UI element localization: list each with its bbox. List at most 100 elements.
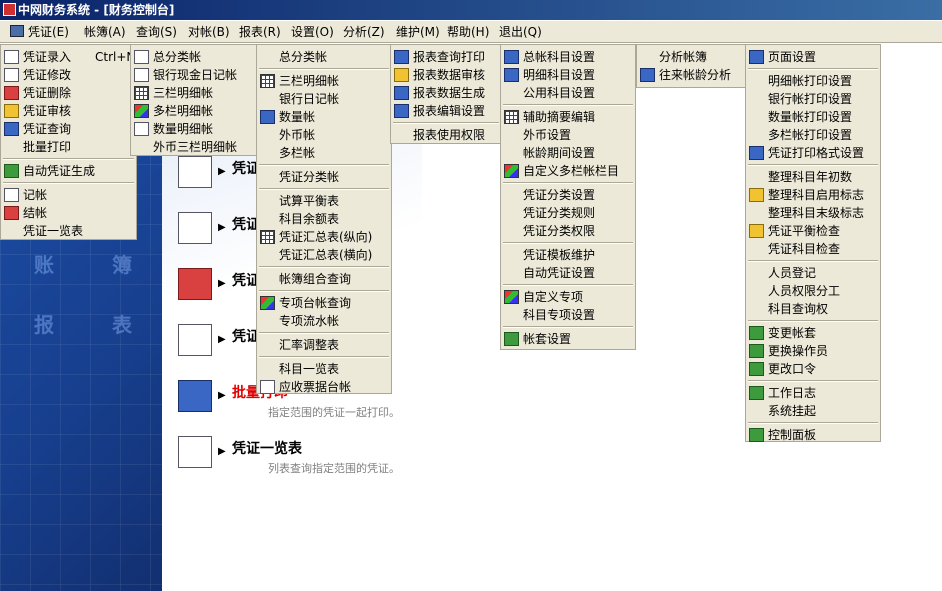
menu-item[interactable]: 更改口令 <box>746 360 880 378</box>
menu-item[interactable]: 凭证分类设置 <box>501 186 635 204</box>
menu-item[interactable]: 专项台帐查询 <box>257 294 391 312</box>
menu-item[interactable]: 三栏明细帐 <box>257 72 391 90</box>
menubar-item[interactable]: 分析(Z) <box>341 24 387 40</box>
chart-trend-icon[interactable] <box>178 268 212 300</box>
menu-item[interactable]: 试算平衡表 <box>257 192 391 210</box>
menu-item[interactable]: 帐套设置 <box>501 330 635 348</box>
menu-item[interactable]: 批量打印 <box>1 138 136 156</box>
menu-item[interactable]: 凭证模板维护 <box>501 246 635 264</box>
menu-item[interactable]: 工作日志 <box>746 384 880 402</box>
menu-item[interactable]: 页面设置 <box>746 48 880 66</box>
menubar-item[interactable]: 维护(M) <box>394 24 442 40</box>
menu-item[interactable]: 人员登记 <box>746 264 880 282</box>
menu-item-label: 凭证平衡检查 <box>768 224 841 238</box>
menu-item[interactable]: 报表编辑设置 <box>391 102 501 120</box>
menu-item[interactable]: 结帐 <box>1 204 136 222</box>
menu-item[interactable]: 凭证汇总表(横向) <box>257 246 391 264</box>
menu-item[interactable]: 凭证分类帐 <box>257 168 391 186</box>
row-title[interactable]: 凭证一览表 <box>232 438 302 458</box>
menu-item[interactable]: 记帐 <box>1 186 136 204</box>
menu-item[interactable]: 明细帐打印设置 <box>746 72 880 90</box>
menu-item[interactable]: 自动凭证设置 <box>501 264 635 282</box>
menu-item[interactable]: 多栏明细帐 <box>131 102 257 120</box>
menu-item[interactable]: 数量帐 <box>257 108 391 126</box>
menu-item[interactable]: 分析帐簿 <box>637 48 745 66</box>
menu-item[interactable]: 银行日记帐 <box>257 90 391 108</box>
menu-item[interactable]: 凭证审核 <box>1 102 136 120</box>
menubar-item[interactable]: 帐簿(A) <box>82 24 128 40</box>
menubar-item[interactable]: 设置(O) <box>289 24 336 40</box>
settings-menu: 总帐科目设置 明细科目设置 公用科目设置 辅助摘要编辑 外币设置 帐龄期间设置 自定义多栏帐… <box>500 44 636 350</box>
menu-item[interactable]: 报表查询打印 <box>391 48 501 66</box>
menu-item[interactable]: 凭证科目检查 <box>746 240 880 258</box>
recycle-bin-icon[interactable] <box>178 324 212 356</box>
menu-item[interactable]: 明细科目设置 <box>501 66 635 84</box>
menu-item[interactable]: 凭证删除 <box>1 84 136 102</box>
pencil-edit-icon[interactable] <box>178 156 212 188</box>
menu-item[interactable]: 数量明细帐 <box>131 120 257 138</box>
menu-item[interactable]: 科目余额表 <box>257 210 391 228</box>
menu-item[interactable]: 多栏帐 <box>257 144 391 162</box>
menu-item[interactable]: 自定义多栏帐栏目 <box>501 162 635 180</box>
menu-item[interactable]: 自动凭证生成 <box>1 162 136 180</box>
stamp-icon[interactable] <box>178 212 212 244</box>
menu-item[interactable]: 往来帐龄分析 <box>637 66 745 84</box>
menu-item[interactable]: 凭证录入 Ctrl+N <box>1 48 136 66</box>
menu-item[interactable]: 凭证分类权限 <box>501 222 635 240</box>
menu-item[interactable]: 总分类帐 <box>257 48 391 66</box>
menu-item[interactable]: 更换操作员 <box>746 342 880 360</box>
menubar-item[interactable]: 凭证(E) <box>26 24 71 40</box>
menu-item[interactable]: 控制面板 <box>746 426 880 444</box>
menu-item[interactable]: 凭证打印格式设置 <box>746 144 880 162</box>
menu-item[interactable]: 辅助摘要编辑 <box>501 108 635 126</box>
menu-item[interactable]: 帐龄期间设置 <box>501 144 635 162</box>
menu-item[interactable]: 自定义专项 <box>501 288 635 306</box>
menu-item-label: 凭证审核 <box>23 104 72 118</box>
menu-item[interactable]: 多栏帐打印设置 <box>746 126 880 144</box>
menubar-item[interactable]: 对帐(B) <box>186 24 232 40</box>
menu-item[interactable]: 报表数据生成 <box>391 84 501 102</box>
system-menu-icon[interactable] <box>10 25 24 37</box>
menu-item[interactable]: 凭证分类规则 <box>501 204 635 222</box>
menu-item[interactable]: 帐簿组合查询 <box>257 270 391 288</box>
menu-item[interactable]: 整理科目末级标志 <box>746 204 880 222</box>
menu-item[interactable]: 数量帐打印设置 <box>746 108 880 126</box>
menubar-item[interactable]: 报表(R) <box>237 24 283 40</box>
menu-item[interactable]: 凭证一览表 <box>1 222 136 240</box>
menu-item[interactable]: 总分类帐 <box>131 48 257 66</box>
menu-item[interactable]: 报表使用权限 <box>391 126 501 144</box>
menu-item[interactable]: 凭证查询 <box>1 120 136 138</box>
printer-icon[interactable] <box>178 380 212 412</box>
menu-item[interactable]: 外币设置 <box>501 126 635 144</box>
menu-item[interactable]: 银行帐打印设置 <box>746 90 880 108</box>
menu-item[interactable]: 人员权限分工 <box>746 282 880 300</box>
three-column-icon <box>134 86 149 100</box>
menu-item[interactable]: 外币帐 <box>257 126 391 144</box>
menu-item[interactable]: 变更帐套 <box>746 324 880 342</box>
list-doc-icon[interactable] <box>178 436 212 468</box>
menubar-item[interactable]: 帮助(H) <box>445 24 491 40</box>
console-row[interactable]: ▶ 凭证一览表 列表查询指定范围的凭证。 <box>162 432 582 482</box>
menu-item[interactable]: 系统挂起 <box>746 402 880 420</box>
menu-item[interactable]: 总帐科目设置 <box>501 48 635 66</box>
menu-item[interactable]: 科目一览表 <box>257 360 391 378</box>
menu-item[interactable]: 专项流水帐 <box>257 312 391 330</box>
menu-item[interactable]: 三栏明细帐 <box>131 84 257 102</box>
menu-item[interactable]: 科目专项设置 <box>501 306 635 324</box>
menu-item[interactable]: 汇率调整表 <box>257 336 391 354</box>
menu-item[interactable]: 整理科目启用标志 <box>746 186 880 204</box>
menu-item[interactable]: 报表数据审核 <box>391 66 501 84</box>
menubar-item[interactable]: 查询(S) <box>134 24 179 40</box>
menu-item[interactable]: 外币三栏明细帐 <box>131 138 257 156</box>
menubar-item[interactable]: 退出(Q) <box>497 24 544 40</box>
menu-item[interactable]: 科目查询权 <box>746 300 880 318</box>
menu-item[interactable]: 凭证汇总表(纵向) <box>257 228 391 246</box>
menu-item[interactable]: 凭证平衡检查 <box>746 222 880 240</box>
menu-item[interactable]: 银行现金日记帐 <box>131 66 257 84</box>
menu-separator <box>3 182 134 184</box>
menu-item[interactable]: 凭证修改 <box>1 66 136 84</box>
menu-item[interactable]: 整理科目年初数 <box>746 168 880 186</box>
menu-separator <box>3 158 134 160</box>
menu-item[interactable]: 应收票据台帐 <box>257 378 391 396</box>
menu-item[interactable]: 公用科目设置 <box>501 84 635 102</box>
